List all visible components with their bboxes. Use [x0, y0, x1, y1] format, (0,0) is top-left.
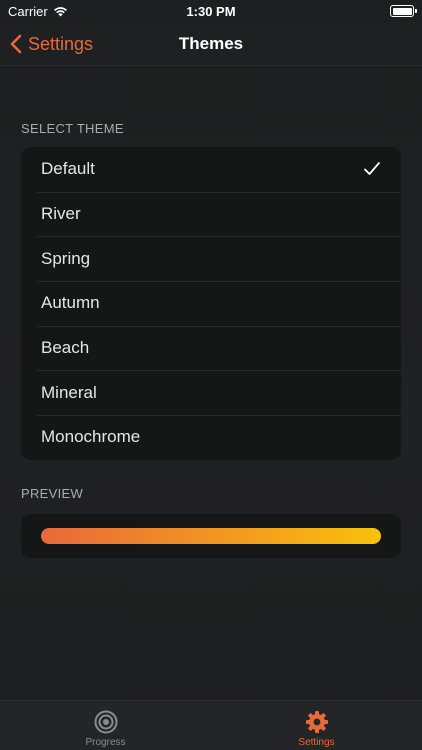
theme-list: Default River Spring Autumn Beach Minera… [21, 147, 401, 460]
status-left: Carrier [8, 4, 68, 19]
theme-item-monochrome[interactable]: Monochrome [21, 415, 401, 460]
tab-label: Progress [85, 737, 126, 748]
battery-icon [390, 5, 417, 17]
theme-item-autumn[interactable]: Autumn [21, 281, 401, 326]
chevron-left-icon [10, 34, 22, 54]
themes-screen: Carrier 1:30 PM Settings Themes SELECT T… [0, 0, 422, 750]
battery-fill [392, 7, 412, 15]
theme-item-label: Beach [41, 338, 90, 358]
gear-icon [305, 711, 328, 733]
theme-item-spring[interactable]: Spring [21, 236, 401, 281]
select-theme-header: SELECT THEME [21, 121, 124, 136]
theme-item-label: Default [41, 159, 95, 179]
theme-item-default[interactable]: Default [21, 147, 401, 192]
tab-settings[interactable]: Settings [211, 701, 422, 750]
back-button[interactable]: Settings [10, 22, 93, 66]
preview-header: PREVIEW [21, 486, 84, 501]
target-icon [94, 710, 117, 734]
status-bar: Carrier 1:30 PM [0, 0, 422, 22]
theme-item-label: River [41, 204, 81, 224]
tab-label: Settings [298, 737, 335, 748]
navigation-bar: Settings Themes [0, 22, 422, 66]
tab-progress[interactable]: Progress [0, 701, 211, 750]
theme-item-river[interactable]: River [21, 191, 401, 237]
wifi-icon [53, 6, 67, 16]
theme-item-beach[interactable]: Beach [21, 325, 401, 371]
preview-gradient-bar [41, 528, 381, 544]
theme-item-label: Mineral [41, 382, 97, 402]
preview-panel [21, 514, 401, 558]
checkmark-icon [364, 162, 380, 176]
theme-item-label: Autumn [41, 293, 100, 313]
theme-item-mineral[interactable]: Mineral [21, 370, 401, 415]
back-button-label: Settings [28, 33, 94, 54]
theme-item-label: Spring [41, 248, 91, 268]
carrier-label: Carrier [8, 3, 48, 19]
theme-item-label: Monochrome [41, 427, 141, 447]
tab-bar: Progress Settings [0, 700, 422, 750]
